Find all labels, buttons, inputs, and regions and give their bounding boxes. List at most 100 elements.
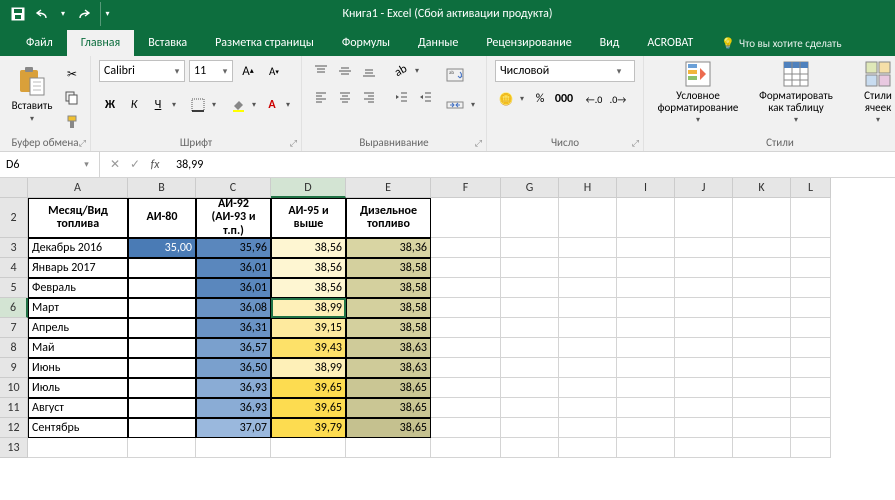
cell-F12[interactable] (431, 418, 501, 438)
cell-J8[interactable] (675, 338, 733, 358)
cell-A9[interactable]: Июнь (28, 358, 128, 378)
cell-C2[interactable]: АИ-92 (АИ-93 и т.п.) (196, 198, 271, 238)
cell-G8[interactable] (501, 338, 559, 358)
dialog-launcher-icon[interactable]: ⤢ (475, 138, 482, 149)
column-header-A[interactable]: A (28, 178, 128, 198)
cell-A12[interactable]: Сентябрь (28, 418, 128, 438)
merge-center-button[interactable] (442, 94, 468, 116)
decrease-font-button[interactable]: A▾ (263, 60, 285, 82)
cell-A10[interactable]: Июль (28, 378, 128, 398)
cell-I3[interactable] (617, 238, 675, 258)
align-top-button[interactable] (310, 60, 332, 82)
formula-input[interactable] (170, 158, 895, 172)
cell-C11[interactable]: 36,93 (196, 398, 271, 418)
row-header-13[interactable]: 13 (0, 438, 28, 458)
save-button[interactable] (6, 2, 30, 26)
cell-I6[interactable] (617, 298, 675, 318)
chevron-down-icon[interactable]: ▾ (209, 94, 219, 116)
cell-B12[interactable] (128, 418, 196, 438)
decrease-indent-button[interactable] (390, 86, 412, 108)
cell-D11[interactable]: 39,65 (271, 398, 346, 418)
cell-D3[interactable]: 38,56 (271, 238, 346, 258)
cell-H9[interactable] (559, 358, 617, 378)
cell-G7[interactable] (501, 318, 559, 338)
cell-F13[interactable] (431, 438, 501, 458)
row-header-9[interactable]: 9 (0, 358, 28, 378)
cell-L13[interactable] (791, 438, 831, 458)
cell-F5[interactable] (431, 278, 501, 298)
row-header-5[interactable]: 5 (0, 278, 28, 298)
cell-H13[interactable] (559, 438, 617, 458)
align-left-button[interactable] (310, 86, 332, 108)
cell-E5[interactable]: 38,58 (346, 278, 431, 298)
column-header-H[interactable]: H (559, 178, 617, 198)
cell-H4[interactable] (559, 258, 617, 278)
cell-E9[interactable]: 38,63 (346, 358, 431, 378)
cell-A11[interactable]: Август (28, 398, 128, 418)
cell-C9[interactable]: 36,50 (196, 358, 271, 378)
cell-F3[interactable] (431, 238, 501, 258)
cell-A8[interactable]: Май (28, 338, 128, 358)
row-header-11[interactable]: 11 (0, 398, 28, 418)
cell-F8[interactable] (431, 338, 501, 358)
cell-B9[interactable] (128, 358, 196, 378)
cell-H3[interactable] (559, 238, 617, 258)
cell-J9[interactable] (675, 358, 733, 378)
chevron-down-icon[interactable]: ▾ (468, 94, 478, 116)
bold-button[interactable]: Ж (99, 94, 121, 116)
align-bottom-button[interactable] (358, 60, 380, 82)
cell-L12[interactable] (791, 418, 831, 438)
chevron-down-icon[interactable]: ▾ (412, 60, 422, 82)
decrease-decimal-button[interactable]: .0→ (607, 88, 629, 110)
cell-K7[interactable] (733, 318, 791, 338)
cell-C10[interactable]: 36,93 (196, 378, 271, 398)
chevron-down-icon[interactable]: ▾ (74, 159, 99, 170)
format-painter-button[interactable] (62, 112, 82, 132)
cell-I11[interactable] (617, 398, 675, 418)
cell-B2[interactable]: АИ-80 (128, 198, 196, 238)
cell-H12[interactable] (559, 418, 617, 438)
increase-indent-button[interactable] (414, 86, 436, 108)
chevron-down-icon[interactable]: ▾ (283, 94, 293, 116)
cell-A2[interactable]: Месяц/Вид топлива (28, 198, 128, 238)
cell-F4[interactable] (431, 258, 501, 278)
cell-J12[interactable] (675, 418, 733, 438)
row-header-12[interactable]: 12 (0, 418, 28, 438)
cell-L6[interactable] (791, 298, 831, 318)
chevron-down-icon[interactable]: ▾ (612, 66, 626, 77)
cell-L10[interactable] (791, 378, 831, 398)
borders-button[interactable] (187, 94, 209, 116)
cell-J11[interactable] (675, 398, 733, 418)
column-header-B[interactable]: B (128, 178, 196, 198)
cell-D7[interactable]: 39,15 (271, 318, 346, 338)
cell-A5[interactable]: Февраль (28, 278, 128, 298)
cell-B7[interactable] (128, 318, 196, 338)
insert-function-button[interactable]: fx (146, 158, 164, 172)
cell-D9[interactable]: 38,99 (271, 358, 346, 378)
fill-color-button[interactable] (227, 94, 249, 116)
cell-F2[interactable] (431, 198, 501, 238)
cell-G6[interactable] (501, 298, 559, 318)
column-header-I[interactable]: I (617, 178, 675, 198)
cell-K10[interactable] (733, 378, 791, 398)
undo-button[interactable] (32, 2, 56, 26)
dialog-launcher-icon[interactable]: ⤢ (79, 138, 86, 149)
cell-K13[interactable] (733, 438, 791, 458)
cell-D2[interactable]: АИ-95 и выше (271, 198, 346, 238)
column-header-L[interactable]: L (791, 178, 831, 198)
cell-K12[interactable] (733, 418, 791, 438)
orientation-button[interactable]: ab (390, 60, 412, 82)
row-header-7[interactable]: 7 (0, 318, 28, 338)
column-header-D[interactable]: D (271, 178, 346, 198)
cell-J7[interactable] (675, 318, 733, 338)
cell-C12[interactable]: 37,07 (196, 418, 271, 438)
column-header-K[interactable]: K (733, 178, 791, 198)
cell-G5[interactable] (501, 278, 559, 298)
cell-I10[interactable] (617, 378, 675, 398)
cell-J13[interactable] (675, 438, 733, 458)
cell-I12[interactable] (617, 418, 675, 438)
cell-K4[interactable] (733, 258, 791, 278)
cell-K3[interactable] (733, 238, 791, 258)
cell-F7[interactable] (431, 318, 501, 338)
select-all-button[interactable] (0, 178, 28, 198)
